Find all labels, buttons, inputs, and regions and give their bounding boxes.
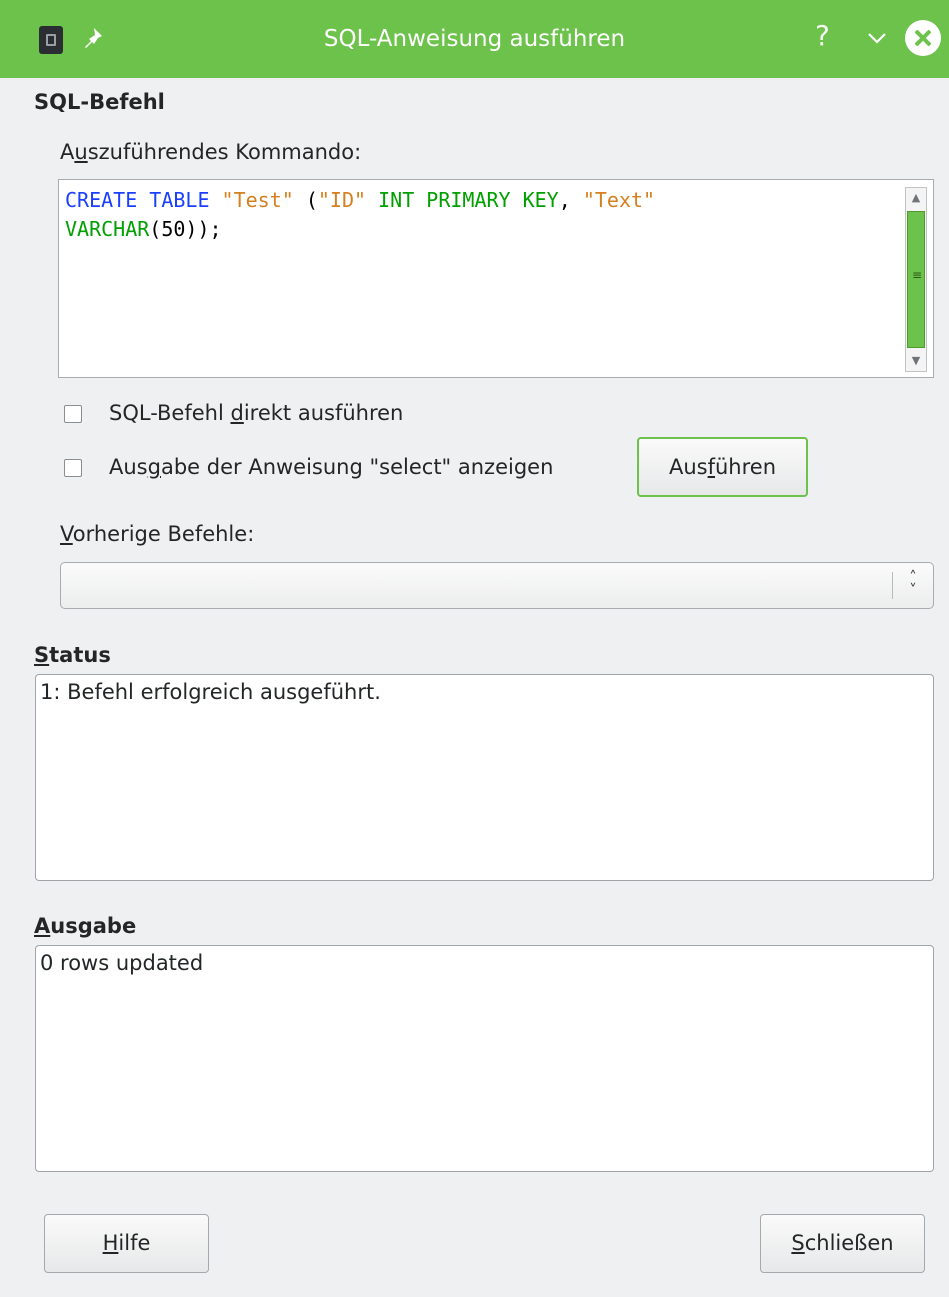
execute-button[interactable]: Ausführen bbox=[637, 437, 808, 497]
help-icon[interactable]: ? bbox=[815, 19, 830, 52]
output-textbox[interactable]: 0 rows updated bbox=[35, 945, 934, 1172]
previous-commands-label: Vorherige Befehle: bbox=[60, 522, 255, 546]
window-title: SQL-Anweisung ausführen bbox=[323, 26, 626, 52]
close-icon[interactable] bbox=[905, 20, 941, 56]
previous-commands-dropdown[interactable]: ˄ ˅ bbox=[60, 562, 934, 609]
output-text: 0 rows updated bbox=[40, 951, 204, 975]
grip-icon: ≡ bbox=[912, 268, 923, 282]
status-textbox[interactable]: 1: Befehl erfolgreich ausgeführt. bbox=[35, 674, 934, 881]
sql-code: CREATE TABLE "Test" ("ID" INT PRIMARY KE… bbox=[65, 188, 656, 241]
sql-section-title: SQL-Befehl bbox=[34, 90, 165, 114]
title-bar: SQL-Anweisung ausführen ? bbox=[0, 0, 949, 78]
direct-execute-checkbox[interactable] bbox=[64, 405, 82, 423]
direct-execute-label[interactable]: SQL-Befehl direkt ausführen bbox=[109, 401, 403, 425]
scrollbar-thumb[interactable]: ≡ bbox=[907, 211, 925, 348]
minimize-icon[interactable] bbox=[862, 23, 892, 53]
scroll-down-icon[interactable]: ▼ bbox=[906, 351, 926, 371]
output-section-title: Ausgabe bbox=[34, 914, 137, 938]
show-select-output-label[interactable]: Ausgabe der Anweisung "select" anzeigen bbox=[109, 455, 553, 479]
status-section-title: Status bbox=[34, 643, 111, 667]
close-button[interactable]: Schließen bbox=[760, 1214, 925, 1273]
scroll-up-icon[interactable]: ▲ bbox=[906, 188, 926, 208]
status-text: 1: Befehl erfolgreich ausgeführt. bbox=[40, 680, 381, 704]
updown-chevron-icon[interactable]: ˄ ˅ bbox=[905, 570, 921, 598]
dropdown-separator bbox=[892, 572, 893, 599]
sql-command-editor[interactable]: CREATE TABLE "Test" ("ID" INT PRIMARY KE… bbox=[58, 179, 934, 378]
editor-scrollbar[interactable]: ▲ ≡ ▼ bbox=[905, 187, 927, 372]
show-select-output-checkbox[interactable] bbox=[64, 459, 82, 477]
app-icon[interactable] bbox=[39, 26, 63, 54]
command-label: Auszuführendes Kommando: bbox=[60, 140, 362, 164]
help-button[interactable]: Hilfe bbox=[44, 1214, 209, 1273]
pin-icon[interactable] bbox=[80, 24, 108, 54]
